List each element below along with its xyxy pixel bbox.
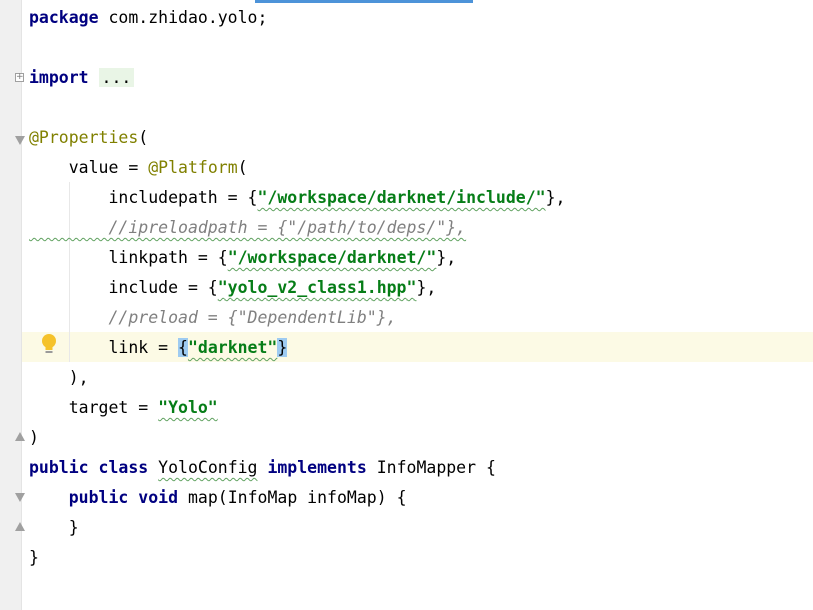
code-line[interactable]: public class YoloConfig implements InfoM… — [29, 453, 565, 483]
code-token: } — [277, 338, 288, 357]
code-token: public — [68, 488, 129, 507]
code-line[interactable]: //ipreloadpath = {"/path/to/deps/"}, — [29, 213, 565, 243]
code-line[interactable]: package com.zhidao.yolo; — [29, 3, 565, 33]
code-line[interactable]: ), — [29, 363, 565, 393]
code-token: "/workspace/darknet/include/" — [257, 188, 546, 207]
code-line[interactable]: //preload = {"DependentLib"}, — [29, 303, 565, 333]
code-line[interactable] — [29, 33, 565, 63]
code-token: @Properties — [29, 128, 139, 147]
code-token: implements — [267, 458, 367, 477]
code-editor[interactable]: package com.zhidao.yolo; import ... @Prope… — [29, 3, 565, 573]
code-token: InfoMapper { — [366, 458, 496, 477]
code-token: include = { — [29, 278, 218, 297]
code-token: ... — [98, 68, 135, 87]
fold-end-icon[interactable] — [15, 522, 25, 531]
code-token: linkpath = { — [29, 248, 228, 267]
code-token: public — [29, 458, 89, 477]
code-token: class — [98, 458, 149, 477]
editor-gutter — [0, 0, 22, 610]
code-token: includepath = { — [29, 188, 258, 207]
code-line[interactable]: } — [29, 513, 565, 543]
code-token: "darknet" — [187, 338, 278, 357]
code-token: link = — [29, 338, 179, 357]
code-token: "Yolo" — [158, 398, 218, 417]
code-line[interactable]: } — [29, 543, 565, 573]
code-line[interactable]: ) — [29, 423, 565, 453]
code-token: { — [178, 338, 188, 357]
code-line[interactable]: include = {"yolo_v2_class1.hpp"}, — [29, 273, 565, 303]
code-line[interactable]: public void map(InfoMap infoMap) { — [29, 483, 565, 513]
fold-collapse-icon[interactable] — [15, 136, 25, 145]
code-token: ), — [29, 368, 89, 387]
code-token: import — [29, 68, 89, 87]
code-token: //ipreloadpath = {"/path/to/deps/"}, — [29, 218, 467, 237]
code-token: target = — [29, 398, 159, 417]
code-token: value = — [29, 158, 149, 177]
code-line[interactable]: import ... — [29, 63, 565, 93]
fold-collapse-icon[interactable] — [15, 493, 25, 502]
code-line[interactable]: value = @Platform( — [29, 153, 565, 183]
code-line[interactable]: target = "Yolo" — [29, 393, 565, 423]
code-token: "yolo_v2_class1.hpp" — [217, 278, 417, 297]
code-token: ) — [29, 428, 39, 447]
code-token: }, — [416, 278, 437, 297]
code-line[interactable] — [29, 93, 565, 123]
code-token: }, — [545, 188, 566, 207]
fold-expand-icon[interactable]: + — [15, 73, 24, 82]
code-token: @Platform — [148, 158, 238, 177]
code-token: }, — [436, 248, 457, 267]
code-token: } — [29, 548, 39, 567]
code-line[interactable]: linkpath = {"/workspace/darknet/"}, — [29, 243, 565, 273]
fold-end-icon[interactable] — [15, 432, 25, 441]
code-line[interactable]: link = {"darknet"} — [29, 333, 565, 363]
code-line[interactable]: includepath = {"/workspace/darknet/inclu… — [29, 183, 565, 213]
code-line[interactable]: @Properties( — [29, 123, 565, 153]
code-token: com.zhidao.yolo; — [98, 8, 268, 27]
code-token: //preload = {"DependentLib"}, — [29, 308, 397, 327]
code-token: ( — [138, 128, 149, 147]
code-token: ( — [237, 158, 248, 177]
code-token: YoloConfig — [158, 458, 258, 477]
code-token: void — [138, 488, 179, 507]
code-token: } — [29, 518, 79, 537]
code-token: map(InfoMap infoMap) { — [178, 488, 407, 507]
code-token: package — [29, 8, 99, 27]
code-token: "/workspace/darknet/" — [227, 248, 437, 267]
